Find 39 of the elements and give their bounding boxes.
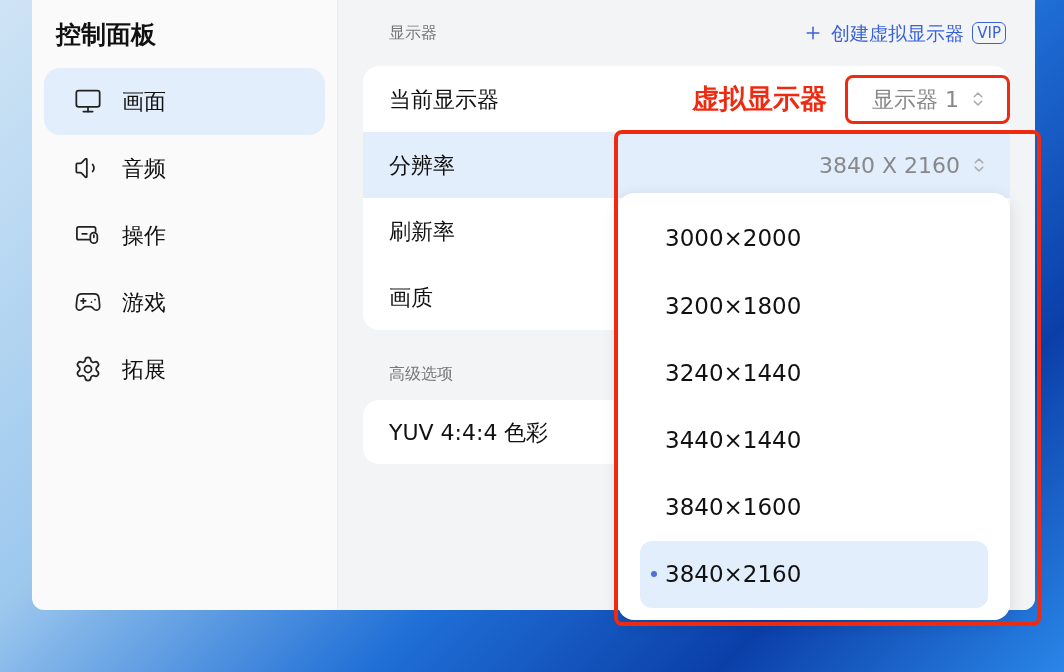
setting-row[interactable]: 分辨率 3840 X 2160 bbox=[363, 132, 1010, 198]
sidebar-label: 游戏 bbox=[122, 288, 166, 317]
sidebar-label: 拓展 bbox=[122, 355, 166, 384]
option-label: 3200×1800 bbox=[665, 291, 802, 321]
menu-option[interactable]: 3840×2160 bbox=[640, 540, 988, 609]
select-value: 显示器 1 bbox=[872, 85, 959, 114]
monitor-icon bbox=[74, 87, 102, 115]
setting-label: YUV 4:4:4 色彩 bbox=[389, 418, 549, 447]
sidebar-title: 控制面板 bbox=[54, 19, 157, 51]
option-label: 3840×1600 bbox=[665, 493, 802, 522]
sidebar-item[interactable]: 音频 bbox=[44, 134, 325, 202]
sidebar-item[interactable]: 拓展 bbox=[44, 335, 325, 403]
menu-option[interactable]: 3840×1600 bbox=[640, 473, 988, 541]
option-label: 3240×1440 bbox=[665, 358, 802, 388]
setting-label: 当前显示器 bbox=[389, 85, 499, 114]
menu-option[interactable]: 3440×1440 bbox=[640, 406, 988, 474]
menu-option[interactable]: 3240×1440 bbox=[640, 339, 988, 407]
option-label: 3000×2000 bbox=[665, 224, 802, 254]
select-value: 3840 X 2160 bbox=[818, 151, 960, 180]
setting-label: 分辨率 bbox=[389, 151, 455, 180]
annotation-label: 虚拟显示器 bbox=[692, 81, 827, 116]
sidebar-item[interactable]: 画面 bbox=[44, 67, 325, 135]
sidebar-item[interactable]: 操作 bbox=[44, 201, 325, 269]
section-heading: 高级选项 bbox=[389, 363, 453, 385]
sidebar-label: 画面 bbox=[122, 87, 166, 116]
menu-option[interactable]: 3200×1800 bbox=[640, 272, 988, 340]
sidebar-label: 操作 bbox=[122, 221, 166, 250]
create-virtual-display-link[interactable]: 创建虚拟显示器 VIP bbox=[803, 18, 1006, 48]
settings-icon bbox=[74, 355, 102, 383]
setting-row[interactable]: 当前显示器 虚拟显示器 显示器 1 bbox=[363, 66, 1010, 132]
sidebar-item[interactable]: 游戏 bbox=[44, 268, 325, 336]
option-label: 3440×1440 bbox=[665, 425, 802, 455]
sidebar-label: 音频 bbox=[122, 154, 166, 183]
menu-option[interactable]: 3000×2000 bbox=[640, 205, 988, 273]
value-select[interactable]: 显示器 1 bbox=[872, 82, 987, 116]
vip-badge: VIP bbox=[972, 22, 1006, 44]
option-label: 3840×2160 bbox=[665, 560, 802, 590]
section-heading: 显示器 bbox=[389, 22, 437, 44]
link-label: 创建虚拟显示器 bbox=[831, 20, 965, 46]
